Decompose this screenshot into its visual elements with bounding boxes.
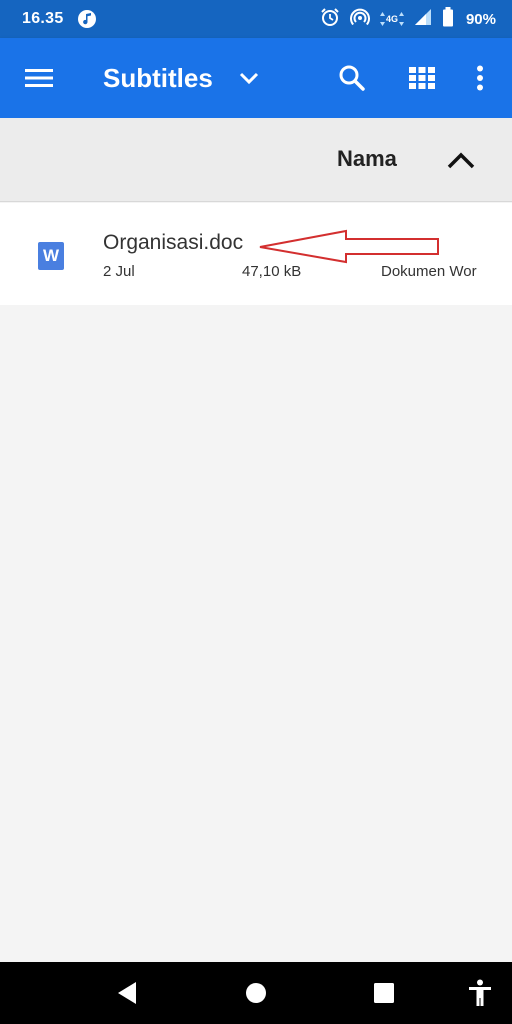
signal-icon	[414, 8, 432, 31]
back-icon[interactable]	[112, 978, 142, 1008]
grid-view-icon[interactable]	[404, 60, 440, 96]
alarm-icon	[320, 7, 340, 32]
battery-level: 90%	[465, 10, 496, 28]
file-type: Dokumen Wor	[381, 263, 477, 280]
recents-icon[interactable]	[369, 978, 399, 1008]
more-vert-icon[interactable]	[462, 60, 498, 96]
folder-title[interactable]: Subtitles	[103, 60, 213, 96]
file-size: 47,10 kB	[242, 263, 302, 280]
network-type-label: 4G	[385, 13, 398, 24]
hamburger-menu-icon[interactable]	[22, 64, 56, 92]
word-document-icon: W	[38, 242, 64, 270]
file-date: 2 Jul	[103, 263, 135, 280]
search-icon[interactable]	[334, 60, 370, 96]
file-name: Organisasi.doc	[103, 231, 244, 254]
status-time: 16.35	[22, 10, 64, 27]
file-row[interactable]: W Organisasi.doc 2 Jul 47,10 kB Dokumen …	[0, 203, 512, 305]
status-icons: 4G 90%	[320, 6, 496, 32]
chevron-down-icon[interactable]	[234, 64, 264, 92]
music-note-icon	[77, 10, 96, 28]
battery-icon	[442, 6, 454, 32]
status-bar: 16.35 4G 90%	[0, 0, 512, 38]
app-bar: Subtitles	[0, 38, 512, 118]
hotspot-icon	[349, 7, 370, 32]
annotation-arrow-icon	[259, 229, 439, 264]
navigation-bar	[0, 962, 512, 1024]
home-icon[interactable]	[241, 978, 271, 1008]
chevron-up-icon[interactable]	[442, 144, 480, 176]
screen: 16.35 4G 90% Subtitles Nama W Organisasi…	[0, 0, 512, 1024]
network-type-icon: 4G	[379, 11, 404, 27]
sort-header: Nama	[0, 118, 512, 202]
file-list: W Organisasi.doc 2 Jul 47,10 kB Dokumen …	[0, 203, 512, 305]
sort-by-name-label[interactable]: Nama	[337, 146, 397, 172]
accessibility-icon[interactable]	[464, 977, 496, 1009]
